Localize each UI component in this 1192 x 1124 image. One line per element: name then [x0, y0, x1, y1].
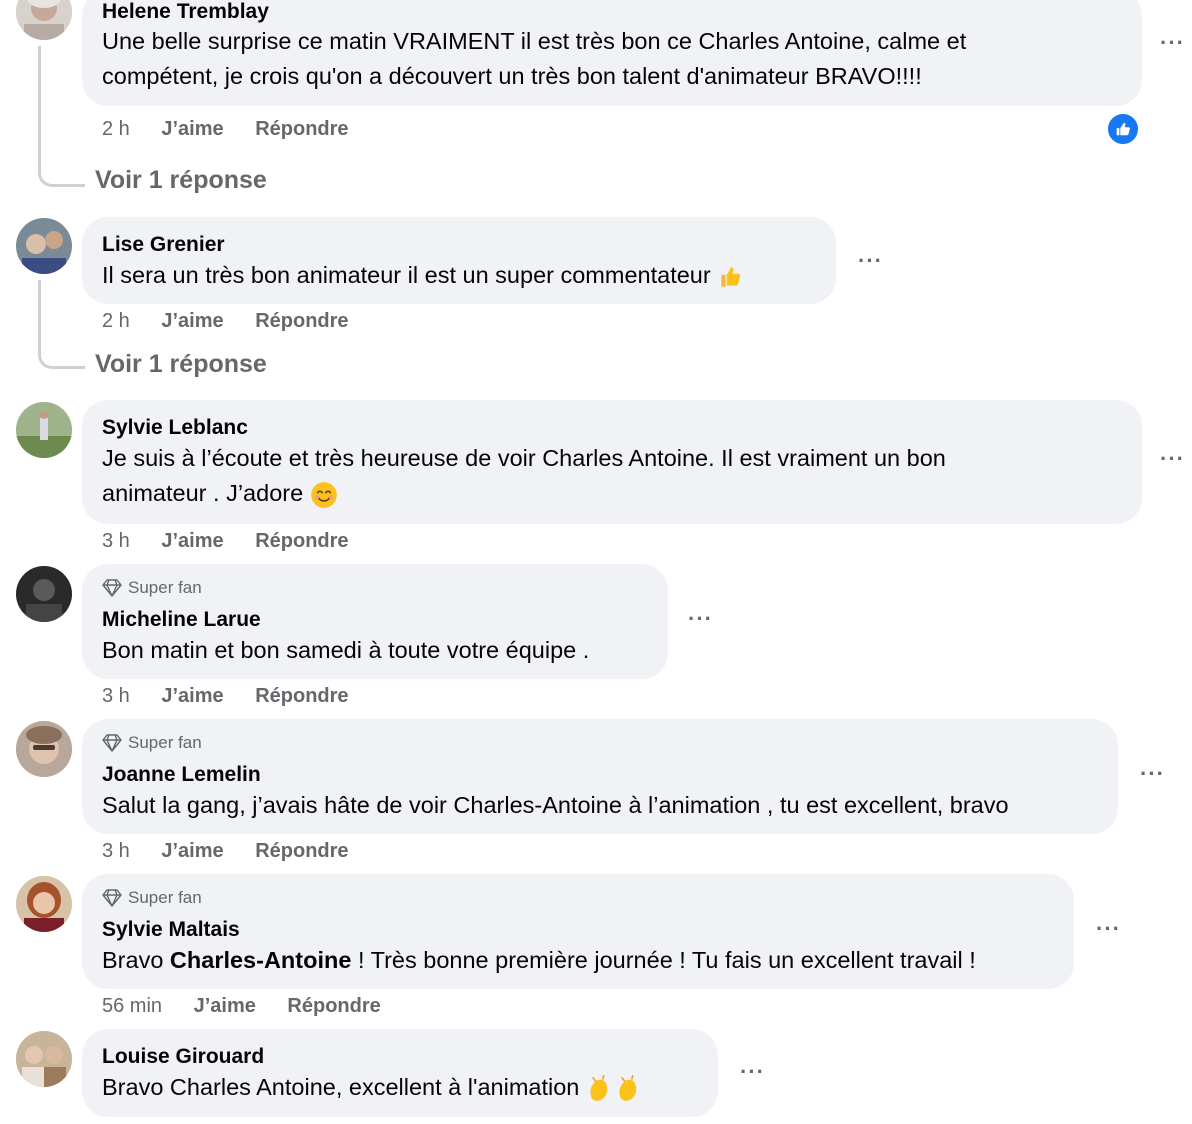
mention-link[interactable]: Charles-Antoine [170, 947, 352, 973]
comment-actions: 3 h J’aime Répondre [102, 530, 375, 553]
avatar[interactable] [16, 402, 72, 458]
comment-author[interactable]: Micheline Larue [102, 608, 261, 632]
more-options-button[interactable]: ··· [1096, 916, 1121, 942]
comment-text-line: animateur . J’adore [102, 476, 338, 511]
comment-time[interactable]: 2 h [102, 310, 130, 332]
comment-author[interactable]: Helene Tremblay [102, 0, 269, 24]
comment-text: animateur . J’adore [102, 480, 304, 506]
reply-button[interactable]: Répondre [255, 840, 348, 862]
like-button[interactable]: J’aime [161, 840, 223, 862]
comment-text-line: Bravo Charles Antoine, excellent à l'ani… [102, 1070, 644, 1105]
super-fan-badge: Super fan [102, 888, 202, 908]
like-button[interactable]: J’aime [161, 118, 223, 140]
diamond-icon [102, 889, 122, 907]
comment-author[interactable]: Joanne Lemelin [102, 763, 261, 787]
comment-text-line: Je suis à l’écoute et très heureuse de v… [102, 445, 946, 471]
badge-label: Super fan [128, 733, 202, 752]
comment-actions: 3 h J’aime Répondre [102, 685, 375, 708]
comment-bubble: Sylvie Leblanc Je suis à l’écoute et trè… [82, 400, 1142, 524]
more-options-button[interactable]: ··· [740, 1059, 765, 1085]
comment-actions: 2 h J’aime Répondre [102, 118, 375, 141]
comment-text-line: Bon matin et bon samedi à toute votre éq… [102, 637, 590, 663]
comment-bubble: Super fan Micheline Larue Bon matin et b… [82, 564, 668, 679]
comment-time[interactable]: 2 h [102, 118, 130, 140]
comment-author[interactable]: Louise Girouard [102, 1045, 264, 1069]
comment-time[interactable]: 3 h [102, 685, 130, 707]
thumbs-up-emoji [721, 267, 741, 287]
like-button[interactable]: J’aime [161, 685, 223, 707]
comment-actions: 3 h J’aime Répondre [102, 840, 375, 863]
more-options-button[interactable]: ··· [858, 248, 883, 274]
reply-button[interactable]: Répondre [287, 995, 380, 1017]
see-replies-link[interactable]: Voir 1 réponse [95, 166, 267, 195]
avatar[interactable] [16, 566, 72, 622]
comment-bubble: Louise Girouard Bravo Charles Antoine, e… [82, 1029, 718, 1117]
comment-bubble: Super fan Joanne Lemelin Salut la gang, … [82, 719, 1118, 834]
avatar[interactable] [16, 0, 72, 40]
diamond-icon [102, 734, 122, 752]
more-options-button[interactable]: ··· [1160, 446, 1185, 472]
more-options-button[interactable]: ··· [1160, 30, 1185, 56]
comment-author[interactable]: Sylvie Leblanc [102, 416, 248, 440]
comment-text-line: compétent, je crois qu'on a découvert un… [102, 63, 922, 89]
avatar[interactable] [16, 1031, 72, 1087]
comment-text: Il sera un très bon animateur il est un … [102, 262, 711, 288]
comment-author[interactable]: Lise Grenier [102, 233, 225, 257]
comment-time[interactable]: 3 h [102, 530, 130, 552]
comment-bubble: Helene Tremblay Une belle surprise ce ma… [82, 0, 1142, 106]
comment-bubble: Lise Grenier Il sera un très bon animate… [82, 217, 836, 304]
super-fan-badge: Super fan [102, 578, 202, 598]
diamond-icon [102, 579, 122, 597]
more-options-button[interactable]: ··· [1140, 761, 1165, 787]
thread-connector [38, 280, 85, 369]
reply-button[interactable]: Répondre [255, 685, 348, 707]
see-replies-link[interactable]: Voir 1 réponse [95, 350, 267, 379]
avatar[interactable] [16, 876, 72, 932]
thread-connector [38, 46, 85, 187]
like-icon[interactable] [1106, 112, 1140, 146]
super-fan-badge: Super fan [102, 733, 202, 753]
reply-button[interactable]: Répondre [255, 530, 348, 552]
more-options-button[interactable]: ··· [688, 606, 713, 632]
comment-text: Bravo [102, 947, 164, 973]
comment-bubble: Super fan Sylvie Maltais Bravo Charles-A… [82, 874, 1074, 989]
avatar[interactable] [16, 721, 72, 777]
comment-text-line: Bravo Charles-Antoine ! Très bonne premi… [102, 943, 976, 978]
comment-text: ! Très bonne première journée ! Tu fais … [357, 947, 976, 973]
comment-time[interactable]: 3 h [102, 840, 130, 862]
clapping-hands-emoji [590, 1075, 637, 1102]
comment-text-line: Salut la gang, j’avais hâte de voir Char… [102, 792, 1009, 818]
comment-text-line: Une belle surprise ce matin VRAIMENT il … [102, 28, 967, 54]
like-button[interactable]: J’aime [161, 530, 223, 552]
like-button[interactable]: J’aime [161, 310, 223, 332]
reply-button[interactable]: Répondre [255, 118, 348, 140]
reply-button[interactable]: Répondre [255, 310, 348, 332]
comment-actions: 2 h J’aime Répondre [102, 310, 375, 333]
smiling-face-emoji [310, 481, 337, 508]
like-button[interactable]: J’aime [194, 995, 256, 1017]
badge-label: Super fan [128, 578, 202, 597]
comment-author[interactable]: Sylvie Maltais [102, 918, 240, 942]
avatar[interactable] [16, 218, 72, 274]
comment-text-line: Il sera un très bon animateur il est un … [102, 258, 743, 293]
comment-text: Bravo Charles Antoine, excellent à l'ani… [102, 1074, 580, 1100]
badge-label: Super fan [128, 888, 202, 907]
comment-actions: 56 min J’aime Répondre [102, 995, 407, 1018]
comment-time[interactable]: 56 min [102, 995, 162, 1017]
